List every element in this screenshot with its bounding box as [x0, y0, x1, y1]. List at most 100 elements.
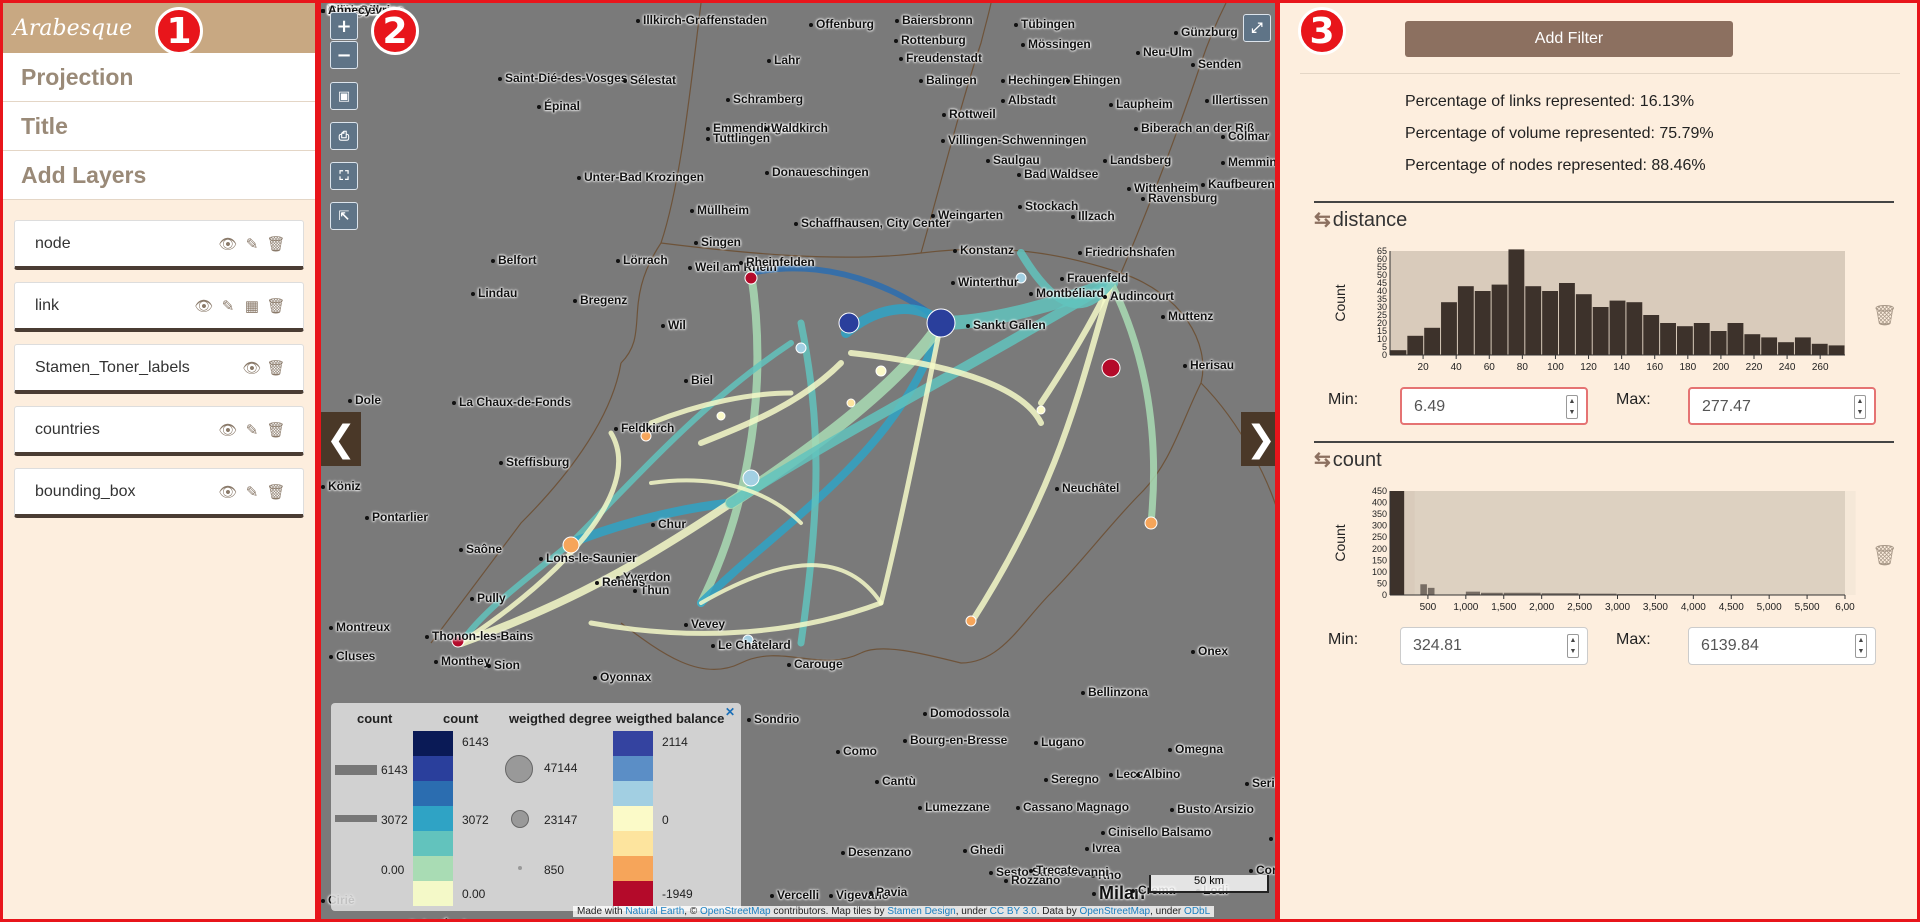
- eye-icon[interactable]: 👁: [218, 235, 237, 253]
- trash-icon[interactable]: 🗑: [266, 297, 285, 315]
- swap-icon[interactable]: ⇆: [1314, 209, 1331, 231]
- histogram-bar[interactable]: [1761, 337, 1778, 355]
- menu-add-layers[interactable]: Add Layers: [3, 151, 315, 200]
- histogram-bar[interactable]: [1407, 335, 1424, 355]
- menu-projection[interactable]: Projection: [3, 53, 315, 102]
- histogram-bar[interactable]: [1676, 326, 1693, 355]
- layer-stamen-toner-labels[interactable]: Stamen_Toner_labels 👁 🗑: [14, 344, 304, 394]
- distance-histogram[interactable]: 6560555045403530252015105020 40 60 80 100 120…: [1310, 241, 1870, 381]
- odbl-link[interactable]: ODbL: [1184, 906, 1210, 917]
- zoom-out-button[interactable]: −: [330, 41, 358, 69]
- flow-node[interactable]: [1101, 358, 1121, 378]
- stepper-icon[interactable]: ▲ ▼: [1854, 395, 1866, 419]
- layer-link[interactable]: link 👁 ✎ ▦ 🗑: [14, 282, 304, 332]
- histogram-bar[interactable]: [1424, 327, 1441, 355]
- layer-bounding-box[interactable]: bounding_box 👁 ✎ 🗑: [14, 468, 304, 518]
- save-icon[interactable]: ▣: [330, 82, 358, 110]
- cc-link[interactable]: CC BY 3.0: [990, 906, 1037, 917]
- swap-icon[interactable]: ⇆: [1314, 449, 1331, 471]
- close-icon[interactable]: ✕: [725, 705, 735, 719]
- fullscreen-icon[interactable]: ⤢: [1243, 14, 1271, 42]
- distance-min-input[interactable]: 6.49 ▲ ▼: [1400, 387, 1588, 425]
- histogram-bar[interactable]: [1744, 334, 1761, 355]
- histogram-bar[interactable]: [1811, 343, 1828, 355]
- flow-link[interactable]: [588, 600, 884, 636]
- histogram-bar[interactable]: [1474, 291, 1491, 355]
- stepper-icon[interactable]: ▲ ▼: [1567, 634, 1579, 658]
- histogram-bar[interactable]: [1525, 286, 1542, 355]
- histogram-bar[interactable]: [1828, 345, 1845, 355]
- trash-icon[interactable]: 🗑: [266, 235, 285, 253]
- eye-icon[interactable]: 👁: [218, 483, 237, 501]
- histogram-bar[interactable]: [1441, 302, 1457, 355]
- histogram-bar[interactable]: [1778, 342, 1794, 355]
- histogram-bar[interactable]: [1390, 350, 1407, 355]
- histogram-bar[interactable]: [1575, 294, 1592, 355]
- flow-node[interactable]: [838, 312, 860, 334]
- trash-icon[interactable]: 🗑: [1872, 543, 1897, 568]
- export-icon[interactable]: ⇱: [330, 202, 358, 230]
- count-min-input[interactable]: 324.81 ▲ ▼: [1400, 627, 1588, 665]
- brush-selection[interactable]: [1414, 491, 1856, 595]
- flow-node[interactable]: [965, 615, 977, 627]
- histogram-bar[interactable]: [1592, 307, 1609, 355]
- brush-icon[interactable]: ✎: [243, 235, 261, 253]
- stepper-icon[interactable]: ▲ ▼: [1855, 634, 1867, 658]
- histogram-bar[interactable]: [1457, 286, 1474, 355]
- menu-title[interactable]: Title: [3, 102, 315, 151]
- histogram-bar[interactable]: [1626, 302, 1643, 355]
- histogram-bar[interactable]: [1693, 323, 1710, 355]
- brush-icon[interactable]: ✎: [219, 297, 237, 315]
- trash-icon[interactable]: 🗑: [266, 421, 285, 439]
- eye-icon[interactable]: 👁: [194, 297, 213, 315]
- count-max-input[interactable]: 6139.84 ▲ ▼: [1688, 627, 1876, 665]
- extent-icon[interactable]: ⛶: [330, 162, 358, 190]
- histogram-bar[interactable]: [1609, 300, 1626, 355]
- histogram-bar[interactable]: [1390, 491, 1405, 595]
- eye-icon[interactable]: 👁: [242, 359, 261, 377]
- legend-value: 6143: [381, 763, 408, 777]
- flow-node[interactable]: [716, 411, 726, 421]
- osm-link[interactable]: OpenStreetMap: [700, 906, 771, 917]
- flow-node[interactable]: [1144, 516, 1158, 530]
- histogram-bar[interactable]: [1542, 291, 1559, 355]
- trash-icon[interactable]: 🗑: [1872, 303, 1897, 328]
- flow-node[interactable]: [742, 469, 760, 487]
- histogram-bar[interactable]: [1508, 249, 1525, 355]
- histogram-bar[interactable]: [1491, 284, 1508, 355]
- zoom-in-button[interactable]: +: [330, 12, 358, 40]
- flow-node[interactable]: [926, 308, 956, 338]
- flow-node[interactable]: [846, 398, 856, 408]
- eye-icon[interactable]: 👁: [218, 421, 237, 439]
- count-histogram[interactable]: 450400350300250200150100500500 1,000 1,500…: [1310, 481, 1870, 621]
- brush-icon[interactable]: ✎: [243, 421, 261, 439]
- ruler-icon[interactable]: ▦: [243, 297, 261, 315]
- flow-link[interactable]: [797, 319, 820, 647]
- collapse-left-button[interactable]: ❮: [321, 412, 361, 466]
- brush-icon[interactable]: ✎: [243, 483, 261, 501]
- flow-node[interactable]: [795, 342, 807, 354]
- trash-icon[interactable]: 🗑: [266, 359, 285, 377]
- stamen-link[interactable]: Stamen Design: [887, 906, 955, 917]
- layer-countries[interactable]: countries 👁 ✎ 🗑: [14, 406, 304, 456]
- flow-link[interactable]: [968, 280, 1114, 626]
- histogram-bar[interactable]: [1727, 323, 1744, 355]
- natural-earth-link[interactable]: Natural Earth: [625, 906, 684, 917]
- layer-node[interactable]: node 👁 ✎ 🗑: [14, 220, 304, 270]
- histogram-bar[interactable]: [1643, 315, 1660, 355]
- collapse-right-button[interactable]: ❯: [1241, 412, 1275, 466]
- trash-icon[interactable]: 🗑: [266, 483, 285, 501]
- distance-max-input[interactable]: 277.47 ▲ ▼: [1688, 387, 1876, 425]
- flow-link[interactable]: [699, 563, 883, 605]
- histogram-bar[interactable]: [1660, 323, 1676, 355]
- flow-node[interactable]: [875, 365, 887, 377]
- flow-node[interactable]: [1036, 405, 1046, 415]
- stepper-icon[interactable]: ▲ ▼: [1566, 395, 1578, 419]
- print-icon[interactable]: ⎙: [330, 122, 358, 150]
- add-filter-button[interactable]: Add Filter: [1405, 21, 1733, 57]
- histogram-bar[interactable]: [1710, 331, 1727, 355]
- map-panel[interactable]: Illkirch-Graffenstaden Offenburg Baiersbro…: [318, 0, 1278, 922]
- histogram-bar[interactable]: [1794, 337, 1811, 355]
- osm-data-link[interactable]: OpenStreetMap: [1080, 906, 1151, 917]
- histogram-bar[interactable]: [1559, 283, 1575, 355]
